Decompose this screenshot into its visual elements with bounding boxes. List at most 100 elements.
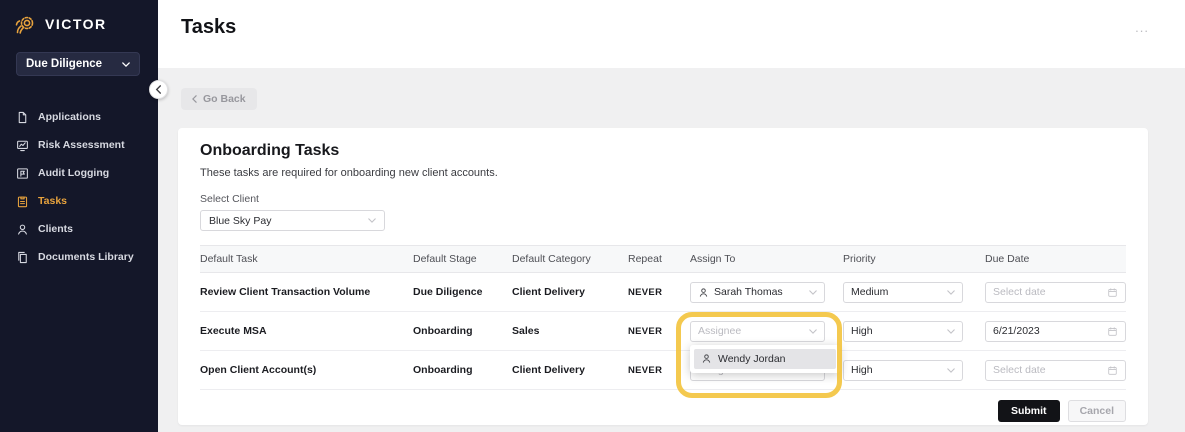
assignee-option-wendy-jordan[interactable]: Wendy Jordan [694, 348, 836, 369]
calendar-icon [1107, 326, 1118, 337]
assignee-select-open[interactable]: Assignee [690, 320, 825, 342]
priority-select[interactable]: High [843, 359, 963, 381]
col-header-priority: Priority [843, 253, 876, 265]
documents-stack-icon [16, 251, 29, 264]
priority-value: High [851, 325, 873, 337]
file-icon [16, 111, 29, 124]
task-stage: Due Diligence [413, 286, 483, 298]
task-repeat: NEVER [628, 325, 663, 337]
chevron-down-icon [368, 218, 376, 223]
sidebar-item-label: Audit Logging [38, 167, 110, 179]
task-repeat: NEVER [628, 364, 663, 376]
page-title: Tasks [181, 16, 237, 38]
priority-select[interactable]: Medium [843, 281, 963, 303]
workspace-label: Due Diligence [26, 58, 103, 70]
task-repeat: NEVER [628, 286, 663, 298]
task-category: Client Delivery [512, 364, 585, 376]
col-header-default-category: Default Category [512, 253, 591, 265]
flag-window-icon [16, 167, 29, 180]
person-icon [698, 287, 709, 298]
person-icon [16, 223, 29, 236]
priority-select[interactable]: High [843, 320, 963, 342]
select-client-label: Select Client [200, 193, 259, 205]
sidebar-nav: Applications Risk Assessment Audit Loggi… [0, 103, 158, 271]
task-stage: Onboarding [413, 325, 473, 337]
calendar-icon [1107, 365, 1118, 376]
priority-cell: High [843, 320, 985, 342]
assignee-option-label: Wendy Jordan [718, 352, 786, 365]
assignee-cell: Assignee Wendy Jordan [690, 320, 840, 373]
sidebar-item-applications[interactable]: Applications [0, 103, 158, 131]
task-category: Sales [512, 325, 540, 337]
due-date-value: 6/21/2023 [993, 325, 1040, 337]
assignee-cell: Sarah Thomas [690, 281, 825, 303]
due-date-cell: Select date [985, 359, 1126, 381]
card-subtitle: These tasks are required for onboarding … [200, 167, 498, 179]
sidebar-item-audit-logging[interactable]: Audit Logging [0, 159, 158, 187]
submit-button[interactable]: Submit [997, 400, 1060, 422]
assignee-value: Sarah Thomas [714, 286, 783, 298]
go-back-button[interactable]: Go Back [181, 88, 257, 110]
sidebar-item-tasks[interactable]: Tasks [0, 187, 158, 215]
assignee-select[interactable]: Sarah Thomas [690, 281, 825, 303]
person-icon [701, 353, 712, 364]
client-select-value: Blue Sky Pay [209, 214, 272, 227]
chevron-down-icon [809, 289, 817, 295]
col-header-due-date: Due Date [985, 253, 1030, 265]
due-date-input[interactable]: Select date [985, 359, 1126, 381]
brand-name: VICTOR [45, 16, 107, 32]
col-header-assign-to: Assign To [690, 253, 736, 265]
table-row: Review Client Transaction Volume Due Dil… [200, 273, 1126, 312]
victor-lion-icon [12, 11, 38, 37]
sidebar-item-label: Clients [38, 223, 74, 235]
cancel-button[interactable]: Cancel [1067, 400, 1126, 422]
card-title: Onboarding Tasks [200, 142, 340, 159]
task-name: Review Client Transaction Volume [200, 286, 371, 298]
sidebar-collapse-button[interactable] [149, 80, 168, 99]
sidebar-item-label: Tasks [38, 195, 67, 207]
sidebar-item-label: Applications [38, 111, 102, 123]
sidebar-item-label: Risk Assessment [38, 139, 125, 151]
brand-logo: VICTOR [0, 0, 158, 37]
assignee-placeholder: Assignee [698, 325, 742, 337]
due-date-cell: Select date [985, 281, 1126, 303]
chevron-down-icon [947, 328, 955, 334]
sidebar-item-documents-library[interactable]: Documents Library [0, 243, 158, 271]
due-date-input[interactable]: Select date [985, 281, 1126, 303]
table-row: Execute MSA Onboarding Sales NEVER Assig… [200, 312, 1126, 373]
onboarding-tasks-card: Onboarding Tasks These tasks are require… [178, 128, 1148, 425]
workspace-dropdown[interactable]: Due Diligence [16, 52, 140, 76]
client-select[interactable]: Blue Sky Pay [200, 210, 385, 231]
table-row: Open Client Account(s) Onboarding Client… [200, 351, 1126, 390]
chart-monitor-icon [16, 139, 29, 152]
sidebar: VICTOR Due Diligence Applications Risk A… [0, 0, 158, 432]
page-content: Go Back Onboarding Tasks These tasks are… [158, 68, 1185, 432]
col-header-default-stage: Default Stage [413, 253, 477, 265]
calendar-icon [1107, 287, 1118, 298]
chevron-down-icon [122, 61, 130, 67]
priority-value: High [851, 364, 873, 376]
task-category: Client Delivery [512, 286, 585, 298]
task-stage: Onboarding [413, 364, 473, 376]
due-date-input[interactable]: 6/21/2023 [985, 320, 1126, 342]
assignee-dropdown-menu: Wendy Jordan [690, 344, 840, 373]
priority-value: Medium [851, 286, 889, 298]
form-actions: Submit Cancel [200, 400, 1126, 422]
clipboard-icon [16, 195, 29, 208]
sidebar-item-risk-assessment[interactable]: Risk Assessment [0, 131, 158, 159]
priority-cell: Medium [843, 281, 985, 303]
task-name: Open Client Account(s) [200, 364, 317, 376]
main-area: Tasks ... Go Back Onboarding Tasks These… [158, 0, 1185, 432]
col-header-repeat: Repeat [628, 253, 662, 265]
table-header-row: Default Task Default Stage Default Categ… [200, 245, 1126, 273]
overflow-menu-icon[interactable]: ... [1135, 20, 1149, 35]
due-date-cell: 6/21/2023 [985, 320, 1126, 342]
tasks-table: Default Task Default Stage Default Categ… [200, 245, 1126, 390]
chevron-left-icon [192, 95, 197, 103]
due-date-placeholder: Select date [993, 286, 1046, 298]
task-name: Execute MSA [200, 325, 267, 337]
chevron-down-icon [947, 289, 955, 295]
sidebar-item-clients[interactable]: Clients [0, 215, 158, 243]
page-header: Tasks ... [158, 0, 1185, 68]
col-header-default-task: Default Task [200, 253, 258, 265]
